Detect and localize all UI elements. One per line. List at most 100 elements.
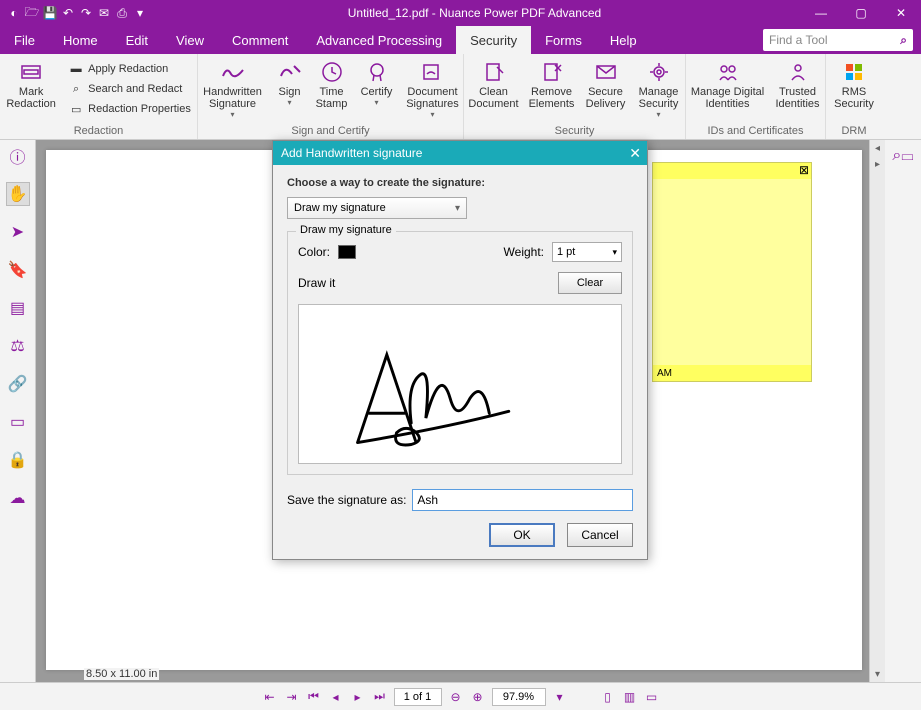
print-icon[interactable]: ⎙ bbox=[114, 5, 130, 21]
prev-page-icon[interactable]: ◂ bbox=[328, 689, 344, 705]
lock-icon[interactable]: 🔒 bbox=[6, 448, 30, 472]
rms-security-button[interactable]: RMS Security bbox=[830, 58, 878, 110]
search-redact-button[interactable]: ⌕Search and Redact bbox=[64, 80, 195, 98]
menu-home[interactable]: Home bbox=[49, 26, 112, 54]
comments-icon[interactable]: ▭ bbox=[6, 410, 30, 434]
sticky-note[interactable]: ⊠ AM bbox=[652, 162, 812, 382]
maximize-button[interactable]: ▢ bbox=[841, 0, 881, 26]
menu-help[interactable]: Help bbox=[596, 26, 651, 54]
zoom-out-icon[interactable]: ⊖ bbox=[448, 689, 464, 705]
signature-method-select[interactable]: Draw my signature ▾ bbox=[287, 197, 467, 219]
hand-tool-icon[interactable]: ✋ bbox=[6, 182, 30, 206]
certify-button[interactable]: Certify▾ bbox=[356, 58, 398, 119]
zoom-input[interactable] bbox=[492, 688, 546, 706]
undo-icon[interactable]: ↶ bbox=[60, 5, 76, 21]
mark-redaction-button[interactable]: Mark Redaction bbox=[2, 58, 60, 118]
choose-method-label: Choose a way to create the signature: bbox=[287, 177, 633, 189]
weight-label: Weight: bbox=[504, 245, 544, 259]
menu-security[interactable]: Security bbox=[456, 26, 531, 54]
cancel-button[interactable]: Cancel bbox=[567, 523, 633, 547]
qat-dropdown-icon[interactable]: ▾ bbox=[132, 5, 148, 21]
signature-canvas[interactable] bbox=[298, 304, 622, 464]
color-label: Color: bbox=[298, 245, 330, 259]
chevron-down-icon: ▾ bbox=[430, 110, 434, 119]
handwritten-icon bbox=[221, 60, 245, 84]
page-size-label: 8.50 x 11.00 in bbox=[84, 668, 159, 680]
menu-view[interactable]: View bbox=[162, 26, 218, 54]
search-panel-icon[interactable]: ⌕▭ bbox=[891, 144, 915, 168]
stamp-icon[interactable]: ⚖ bbox=[6, 334, 30, 358]
gear-icon bbox=[647, 60, 671, 84]
certify-icon bbox=[365, 60, 389, 84]
mail-icon[interactable]: ✉ bbox=[96, 5, 112, 21]
apply-redaction-button[interactable]: ▬Apply Redaction bbox=[64, 60, 195, 78]
signature-name-input[interactable] bbox=[412, 489, 633, 511]
menu-comment[interactable]: Comment bbox=[218, 26, 302, 54]
open-icon[interactable]: 🗁 bbox=[24, 5, 40, 21]
manage-digital-identities-button[interactable]: Manage Digital Identities bbox=[688, 58, 768, 110]
redo-icon[interactable]: ↷ bbox=[78, 5, 94, 21]
menu-edit[interactable]: Edit bbox=[112, 26, 162, 54]
minimize-button[interactable]: — bbox=[801, 0, 841, 26]
attachment-icon[interactable]: 🔗 bbox=[6, 372, 30, 396]
redaction-props-button[interactable]: ▭Redaction Properties bbox=[64, 100, 195, 118]
handwritten-signature-button[interactable]: Handwritten Signature▾ bbox=[198, 58, 268, 119]
doc-signatures-button[interactable]: Document Signatures▾ bbox=[402, 58, 464, 119]
trusted-identities-button[interactable]: Trusted Identities bbox=[772, 58, 824, 110]
remove-elements-icon bbox=[540, 60, 564, 84]
redaction-icon bbox=[19, 60, 43, 84]
menu-file[interactable]: File bbox=[0, 26, 49, 54]
close-button[interactable]: ✕ bbox=[881, 0, 921, 26]
save-icon[interactable]: 💾 bbox=[42, 5, 58, 21]
ribbon: Mark Redaction ▬Apply Redaction ⌕Search … bbox=[0, 54, 921, 140]
next-page-icon[interactable]: ▸ bbox=[350, 689, 366, 705]
trusted-id-icon bbox=[786, 60, 810, 84]
ok-button[interactable]: OK bbox=[489, 523, 555, 547]
clear-button[interactable]: Clear bbox=[558, 272, 622, 294]
last-page-icon[interactable]: ⏭ bbox=[372, 689, 388, 705]
manage-security-button[interactable]: Manage Security▾ bbox=[634, 58, 684, 119]
scroll-right-icon[interactable]: ▸ bbox=[870, 156, 885, 172]
search-icon[interactable]: ⌕ bbox=[900, 33, 907, 48]
remove-elements-button[interactable]: Remove Elements bbox=[526, 58, 578, 119]
group-ids-label: IDs and Certificates bbox=[686, 125, 825, 137]
menu-advanced[interactable]: Advanced Processing bbox=[302, 26, 456, 54]
chevron-down-icon: ▾ bbox=[374, 98, 378, 107]
window-title: Untitled_12.pdf - Nuance Power PDF Advan… bbox=[148, 6, 801, 20]
scroll-down-icon[interactable]: ▾ bbox=[870, 666, 885, 682]
scroll-left-icon[interactable]: ◂ bbox=[870, 140, 885, 156]
arrow-tool-icon[interactable]: ➤ bbox=[6, 220, 30, 244]
clock-icon bbox=[320, 60, 344, 84]
timestamp-button[interactable]: Time Stamp bbox=[312, 58, 352, 119]
page-number-input[interactable] bbox=[394, 688, 442, 706]
bookmark-icon[interactable]: 🔖 bbox=[6, 258, 30, 282]
view-continuous-icon[interactable]: ▥ bbox=[622, 689, 638, 705]
status-bar: ⇤ ⇥ ⏮ ◂ ▸ ⏭ ⊖ ⊕ ▾ ▯ ▥ ▭ bbox=[0, 682, 921, 710]
dialog-title-bar[interactable]: Add Handwritten signature ✕ bbox=[273, 141, 647, 165]
info-icon[interactable]: ⓘ bbox=[6, 144, 30, 168]
add-signature-dialog: Add Handwritten signature ✕ Choose a way… bbox=[272, 140, 648, 560]
draw-signature-groupbox: Draw my signature Color: Weight: 1 pt ▾ … bbox=[287, 231, 633, 475]
note-close-icon[interactable]: ⊠ bbox=[799, 163, 809, 177]
zoom-dropdown-icon[interactable]: ▾ bbox=[552, 689, 568, 705]
nav-collapse-icon[interactable]: ⇤ bbox=[262, 689, 278, 705]
pages-icon[interactable]: ▤ bbox=[6, 296, 30, 320]
color-swatch[interactable] bbox=[338, 245, 356, 259]
first-page-icon[interactable]: ⏮ bbox=[306, 689, 322, 705]
view-single-icon[interactable]: ▯ bbox=[600, 689, 616, 705]
weight-select[interactable]: 1 pt ▾ bbox=[552, 242, 622, 262]
secure-delivery-button[interactable]: Secure Delivery bbox=[582, 58, 630, 119]
dialog-close-icon[interactable]: ✕ bbox=[629, 145, 641, 162]
apply-redaction-icon: ▬ bbox=[68, 61, 84, 77]
chevron-down-icon: ▾ bbox=[656, 110, 660, 119]
nav-expand-icon[interactable]: ⇥ bbox=[284, 689, 300, 705]
zoom-in-icon[interactable]: ⊕ bbox=[470, 689, 486, 705]
clean-document-button[interactable]: Clean Document bbox=[466, 58, 522, 119]
vertical-scrollbar[interactable]: ◂ ▸ ▾ bbox=[869, 140, 885, 682]
menu-bar: File Home Edit View Comment Advanced Pro… bbox=[0, 26, 921, 54]
menu-forms[interactable]: Forms bbox=[531, 26, 596, 54]
cloud-icon[interactable]: ☁ bbox=[6, 486, 30, 510]
find-tool-input[interactable]: Find a Tool ⌕ bbox=[763, 29, 913, 51]
sign-button[interactable]: Sign▾ bbox=[272, 58, 308, 119]
view-facing-icon[interactable]: ▭ bbox=[644, 689, 660, 705]
